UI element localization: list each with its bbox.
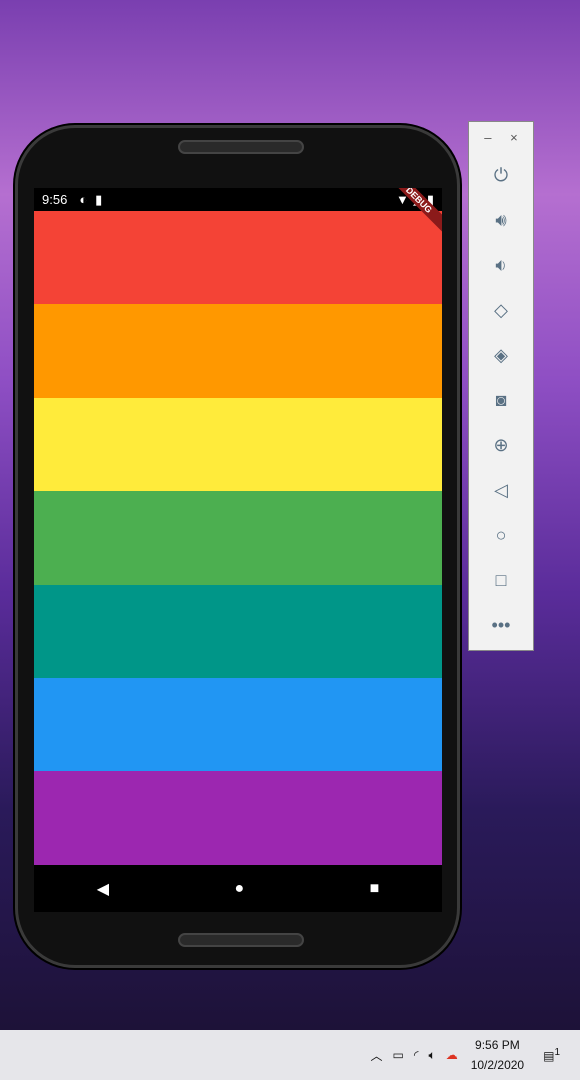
clock-date: 10/2/2020 xyxy=(470,1058,525,1072)
rotate-right-icon[interactable]: ◈ xyxy=(469,333,533,378)
volume-down-icon[interactable]: 🔉︎ xyxy=(469,243,533,288)
more-icon[interactable]: ••• xyxy=(469,603,533,648)
color-band-2 xyxy=(34,397,442,492)
color-band-1 xyxy=(34,304,442,398)
network-icon[interactable]: ◜ xyxy=(414,1048,419,1062)
color-band-3 xyxy=(34,491,442,585)
status-bar: 9:56 ◐ ▮ ▼ ◢ ▮ DEBUG xyxy=(34,188,442,237)
volume-icon[interactable]: 🔈︎ xyxy=(429,1048,436,1063)
recents-button[interactable]: ■ xyxy=(370,880,380,898)
back-icon[interactable]: ◁ xyxy=(469,468,533,513)
power-icon[interactable]: ⏻ xyxy=(469,153,533,198)
color-band-6 xyxy=(34,771,442,865)
battery-icon[interactable]: ▭ xyxy=(393,1048,404,1062)
show-hidden-icons[interactable]: ︿ xyxy=(370,1047,382,1064)
color-band-4 xyxy=(34,584,442,678)
rotate-left-icon[interactable]: ◇ xyxy=(469,288,533,333)
bottom-speaker xyxy=(178,933,304,947)
taskbar: ︿ ▭ ◜ 🔈︎ ☁ 9:56 PM 10/2/2020 ▤1 xyxy=(0,1030,580,1080)
back-button[interactable]: ◀ xyxy=(97,879,109,899)
volume-up-icon[interactable]: 🔊︎ xyxy=(469,198,533,243)
status-time: 9:56 xyxy=(42,192,68,207)
overview-icon[interactable]: □ xyxy=(469,558,533,603)
color-band-0 xyxy=(34,211,442,305)
close-button[interactable]: × xyxy=(510,130,518,145)
minimize-button[interactable]: – xyxy=(484,130,491,145)
onedrive-icon[interactable]: ☁ xyxy=(446,1048,458,1062)
camera-icon[interactable]: ◙ xyxy=(469,378,533,423)
color-band-5 xyxy=(34,677,442,772)
notifications-icon[interactable]: ▤1 xyxy=(543,1047,560,1063)
zoom-icon[interactable]: ⊕ xyxy=(469,423,533,468)
emulator-toolbar: – × ⏻ 🔊︎ 🔉︎ ◇ ◈ ◙ ⊕ ◁ ○ □ ••• xyxy=(468,121,534,651)
phone-screen: 9:56 ◐ ▮ ▼ ◢ ▮ DEBUG ◀ ● ■ xyxy=(34,188,442,912)
clock[interactable]: 9:56 PM 10/2/2020 xyxy=(471,1035,524,1075)
sd-card-icon: ▮ xyxy=(95,191,103,207)
home-icon[interactable]: ○ xyxy=(469,513,533,558)
notification-count: 1 xyxy=(554,1047,560,1058)
home-button[interactable]: ● xyxy=(234,880,244,898)
app-notification-icon: ◐ xyxy=(79,192,88,207)
top-speaker xyxy=(178,140,304,154)
nav-bar: ◀ ● ■ xyxy=(34,865,442,912)
clock-time: 9:56 PM xyxy=(475,1038,520,1052)
